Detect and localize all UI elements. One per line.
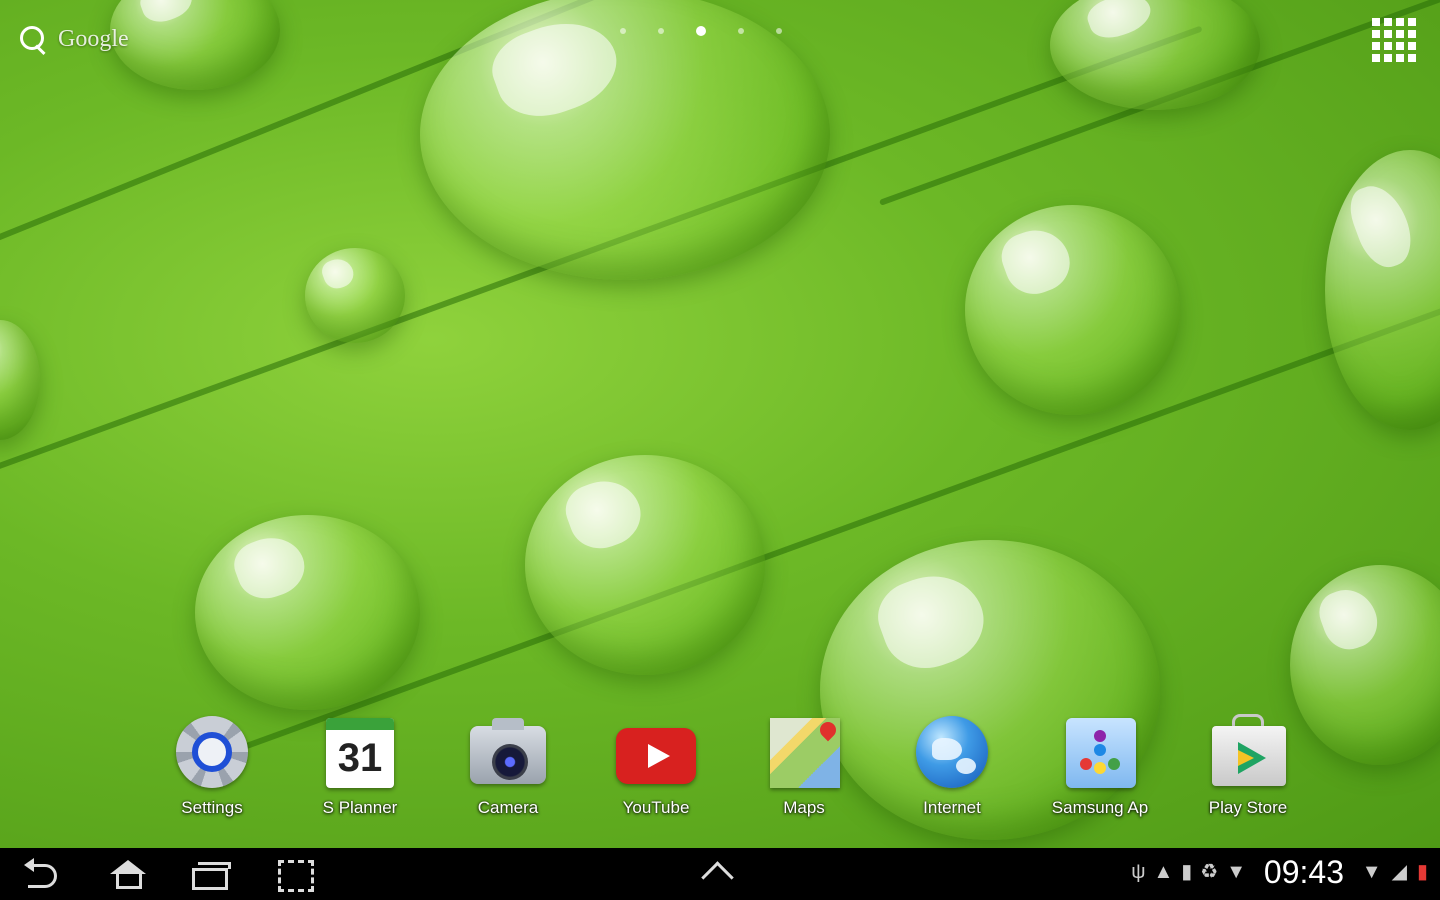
water-drop [305,248,405,343]
wifi-signal-icon: ▼ [1361,861,1382,883]
app-settings[interactable]: Settings [140,712,284,832]
search-icon[interactable] [16,22,50,56]
settings-icon[interactable] [172,712,252,792]
status-clock[interactable]: 09:43 [1264,854,1344,891]
water-drop [1325,150,1440,430]
usb-icon: ψ [1131,861,1146,883]
app-label: Samsung Ap [1051,798,1149,817]
google-search-widget[interactable]: Google [16,22,129,56]
water-drop [195,515,420,710]
maps-icon[interactable] [764,712,844,792]
status-right-icons[interactable]: ▼ ◢ ▮ [1362,860,1428,884]
signal-icon: ◢ [1391,861,1407,883]
app-camera[interactable]: Camera [436,712,580,832]
back-button[interactable] [22,856,66,892]
recent-apps-button[interactable] [188,856,232,892]
battery-icon: ▮ [1416,861,1428,883]
water-drop [420,0,830,280]
wifi-icon: ▼ [1226,861,1246,883]
app-label: Play Store [1208,798,1288,817]
app-internet[interactable]: Internet [880,712,1024,832]
app-dock: Settings 31 S Planner Camera YouTube Map… [140,712,1320,832]
app-s-planner[interactable]: 31 S Planner [288,712,432,832]
home-button[interactable] [104,856,148,892]
page-dot-active [696,26,706,36]
app-play-store[interactable]: Play Store [1176,712,1320,832]
page-dot [776,28,782,34]
calendar-icon[interactable]: 31 [320,712,400,792]
camera-icon[interactable] [468,712,548,792]
page-dot [620,28,626,34]
water-drop [0,320,40,440]
samsung-apps-icon[interactable] [1060,712,1140,792]
app-label: YouTube [622,798,690,817]
water-drop [110,0,280,90]
water-drop [1050,0,1260,110]
app-label: S Planner [322,798,398,817]
apps-drawer-icon[interactable] [1372,18,1416,62]
calendar-date: 31 [337,736,383,780]
warning-icon: ▲ [1153,861,1174,883]
status-notification-icons[interactable]: ψ ▲ ▮ ♻ ▼ [1131,860,1246,884]
app-label: Camera [477,798,539,817]
youtube-icon[interactable] [616,712,696,792]
recent-apps-icon [192,868,228,890]
play-store-icon[interactable] [1208,712,1288,792]
app-label: Maps [783,798,825,817]
screenshot-icon [278,860,314,892]
sync-icon: ♻ [1200,861,1219,883]
app-label: Settings [181,798,243,817]
google-search-label[interactable]: Google [58,26,129,53]
globe-icon[interactable] [912,712,992,792]
app-label: Internet [923,798,981,817]
water-drop [525,455,765,675]
screenshot-button[interactable] [272,856,316,892]
app-samsung-apps[interactable]: Samsung Ap [1028,712,1172,832]
page-dot [738,28,744,34]
sd-card-icon: ▮ [1181,861,1193,883]
app-maps[interactable]: Maps [732,712,876,832]
page-indicator [620,26,782,36]
app-youtube[interactable]: YouTube [584,712,728,832]
water-drop [965,205,1180,415]
page-dot [658,28,664,34]
